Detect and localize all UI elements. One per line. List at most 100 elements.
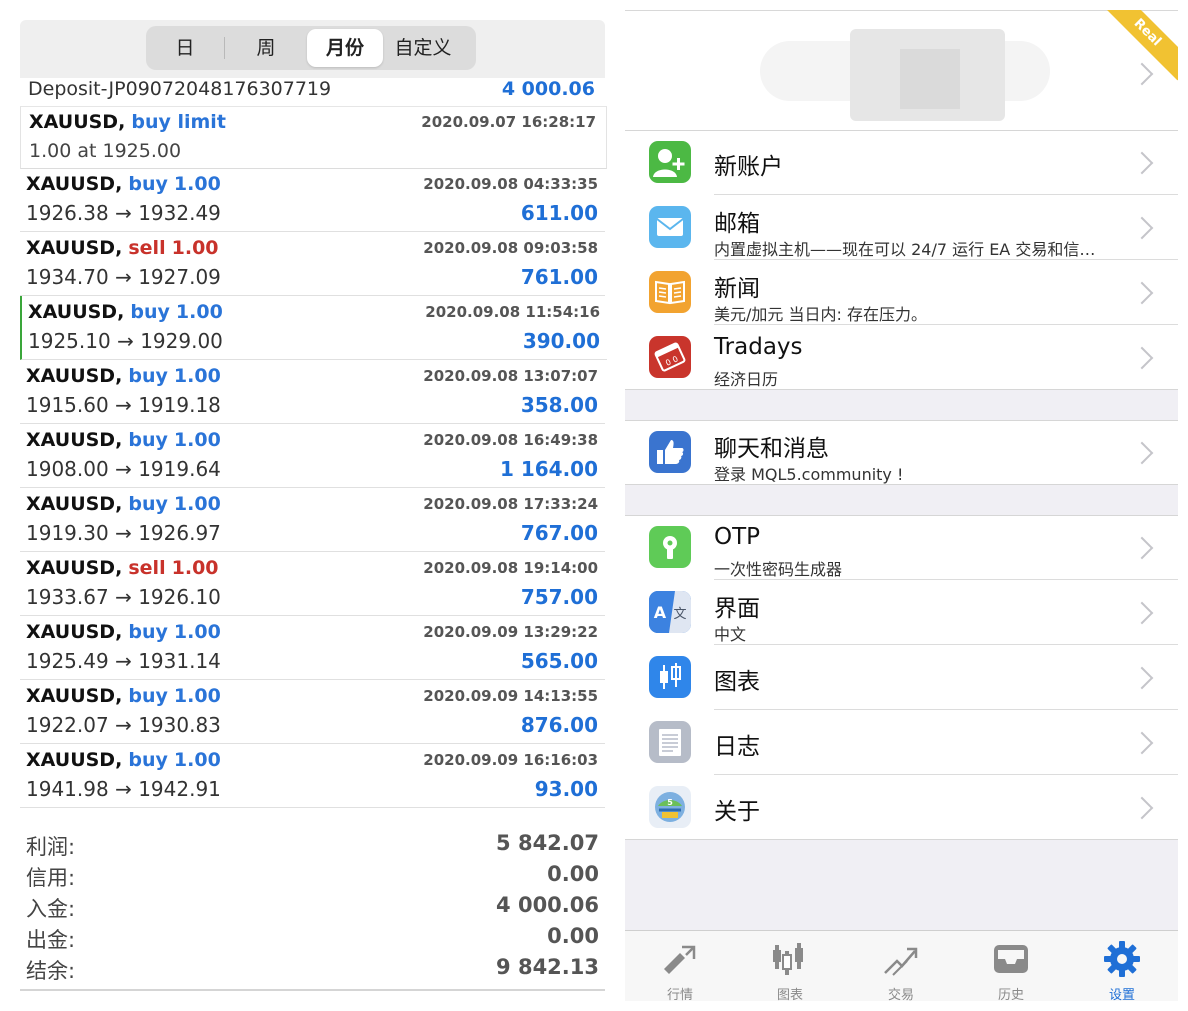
trade-side: buy [128, 685, 168, 707]
trade-open-price: 1933.67 [26, 585, 109, 609]
tab-trade[interactable]: 交易 [846, 931, 956, 1001]
settings-item-title: 新账户 [714, 154, 783, 180]
chevron-right-icon [1130, 346, 1154, 370]
trade-row[interactable]: XAUUSD, buy 1.00 2020.09.08 11:54:16 1925.… [20, 296, 607, 360]
summary-credit: 信用: 0.00 [26, 862, 599, 893]
trade-side: sell [128, 237, 166, 259]
arrow-right-icon: → [115, 777, 132, 801]
trade-time: 2020.09.09 13:29:22 [423, 623, 598, 641]
trade-symbol: XAUUSD, [26, 557, 123, 579]
trade-prices: 1926.38 → 1932.49 [26, 201, 221, 225]
chevron-right-icon [1130, 216, 1154, 240]
pending-order-row[interactable]: XAUUSD, buy limit 2020.09.07 16:28:17 1.… [20, 106, 607, 169]
tab-chart[interactable]: 图表 [735, 931, 845, 1001]
settings-item-book[interactable]: 新闻 美元/加元 当日内: 存在压力。 [625, 260, 1178, 325]
trade-row[interactable]: XAUUSD, buy 1.00 2020.09.09 14:13:55 1922.… [20, 680, 605, 744]
trade-symbol-line: XAUUSD, buy 1.00 [28, 301, 223, 323]
segment-custom[interactable]: 自定义 [383, 29, 463, 67]
trade-symbol-line: XAUUSD, buy 1.00 [26, 493, 221, 515]
trade-profit: 565.00 [520, 649, 598, 673]
settings-item-title: 关于 [714, 799, 760, 825]
pending-time: 2020.09.07 16:28:17 [421, 113, 596, 131]
trade-row[interactable]: XAUUSD, buy 1.00 2020.09.09 13:29:22 1925.… [20, 616, 605, 680]
summary-value: 0.00 [547, 862, 599, 886]
trade-symbol: XAUUSD, [26, 685, 123, 707]
trade-row[interactable]: XAUUSD, buy 1.00 2020.09.08 13:07:07 1915.… [20, 360, 605, 424]
trade-close-price: 1927.09 [138, 265, 221, 289]
period-segmented-control: 日 周 月份 自定义 [146, 26, 476, 70]
group-border-bottom [625, 484, 1178, 485]
summary-value: 9 842.13 [496, 955, 599, 979]
trade-open-price: 1926.38 [26, 201, 109, 225]
account-header[interactable]: Real [625, 10, 1178, 131]
summary-withdrawal: 出金: 0.00 [26, 924, 599, 955]
trade-symbol: XAUUSD, [26, 749, 123, 771]
trade-close-price: 1926.10 [138, 585, 221, 609]
trade-time: 2020.09.08 04:33:35 [423, 175, 598, 193]
trade-profit: 390.00 [522, 329, 600, 353]
trade-row[interactable]: XAUUSD, buy 1.00 2020.09.08 17:33:24 1919.… [20, 488, 605, 552]
trade-row[interactable]: XAUUSD, buy 1.00 2020.09.09 16:16:03 1941.… [20, 744, 605, 808]
trade-open-price: 1934.70 [26, 265, 109, 289]
settings-group: 新账户邮箱 内置虚拟主机——现在可以 24/7 运行 EA 交易和信… 新闻 美元/加… [625, 130, 1178, 390]
pending-type: buy limit [131, 111, 226, 133]
arrow-right-icon: → [115, 585, 132, 609]
tab-label: 历史 [997, 988, 1024, 1001]
segment-week[interactable]: 周 [225, 29, 307, 67]
tab-settings[interactable]: 设置 [1067, 931, 1177, 1001]
group-border-bottom [625, 839, 1178, 840]
trade-side: buy [128, 429, 168, 451]
trade-volume: 1.00 [171, 237, 219, 259]
trade-time: 2020.09.08 11:54:16 [425, 303, 600, 321]
trade-row[interactable]: XAUUSD, buy 1.00 2020.09.08 04:33:35 1926.… [20, 168, 605, 232]
trade-close-price: 1930.83 [138, 713, 221, 737]
trade-open-price: 1908.00 [26, 457, 109, 481]
settings-item-candlestick[interactable]: 图表 [625, 645, 1178, 710]
trade-prices: 1915.60 → 1919.18 [26, 393, 221, 417]
arrow-right-icon: → [115, 201, 132, 225]
segment-month[interactable]: 月份 [307, 29, 383, 67]
group-border-bottom [625, 389, 1178, 390]
chevron-right-icon [1130, 536, 1154, 560]
trade-volume: 1.00 [173, 685, 221, 707]
trade-volume: 1.00 [173, 173, 221, 195]
trade-close-price: 1932.49 [138, 201, 221, 225]
settings-item-metatrader-logo[interactable]: 5 关于 [625, 775, 1178, 840]
summary-profit: 利润: 5 842.07 [26, 831, 599, 862]
tab-quotes[interactable]: 行情 [625, 931, 735, 1001]
trade-open-price: 1925.10 [28, 329, 111, 353]
settings-item-keyhole[interactable]: OTP 一次性密码生成器 [625, 515, 1178, 580]
settings-item-thumbs-up[interactable]: 聊天和消息 登录 MQL5.community ! [625, 420, 1178, 485]
summary-label: 利润: [26, 835, 76, 859]
tab-history[interactable]: 历史 [956, 931, 1066, 1001]
summary-label: 结余: [26, 959, 76, 983]
settings-item-translate[interactable]: A 文界面 中文 [625, 580, 1178, 645]
tab-label: 图表 [776, 988, 803, 1001]
settings-item-title: Tradays [714, 334, 803, 360]
settings-item-mail[interactable]: 邮箱 内置虚拟主机——现在可以 24/7 运行 EA 交易和信… [625, 195, 1178, 260]
trade-open-price: 1941.98 [26, 777, 109, 801]
trade-row[interactable]: XAUUSD, buy 1.00 2020.09.08 16:49:38 1908.… [20, 424, 605, 488]
summary-balance: 结余: 9 842.13 [26, 955, 599, 986]
trade-prices: 1925.49 → 1931.14 [26, 649, 221, 673]
pending-detail: 1.00 at 1925.00 [29, 140, 182, 162]
summary-value: 5 842.07 [496, 831, 599, 855]
chevron-right-icon [1130, 601, 1154, 625]
trade-symbol: XAUUSD, [26, 365, 123, 387]
settings-item-add-user[interactable]: 新账户 [625, 130, 1178, 195]
chevron-right-icon [1130, 441, 1154, 465]
trade-time: 2020.09.09 14:13:55 [423, 687, 598, 705]
segment-day[interactable]: 日 [146, 29, 224, 67]
summary-deposit: 入金: 4 000.06 [26, 893, 599, 924]
settings-item-calendar[interactable]: 0 0 Tradays 经济日历 [625, 325, 1178, 390]
settings-item-journal[interactable]: 日志 [625, 710, 1178, 775]
deposit-row[interactable]: Deposit-JP09072048176307719 4 000.06 [20, 78, 605, 105]
trade-side: buy [128, 749, 168, 771]
trade-row[interactable]: XAUUSD, sell 1.00 2020.09.08 19:14:00 1933… [20, 552, 605, 616]
trade-symbol-line: XAUUSD, buy 1.00 [26, 429, 221, 451]
trade-icon [884, 947, 918, 976]
history-icon [994, 945, 1028, 973]
arrow-right-icon: → [117, 329, 134, 353]
trade-row[interactable]: XAUUSD, sell 1.00 2020.09.08 09:03:58 1934… [20, 232, 605, 296]
trade-open-price: 1915.60 [26, 393, 109, 417]
